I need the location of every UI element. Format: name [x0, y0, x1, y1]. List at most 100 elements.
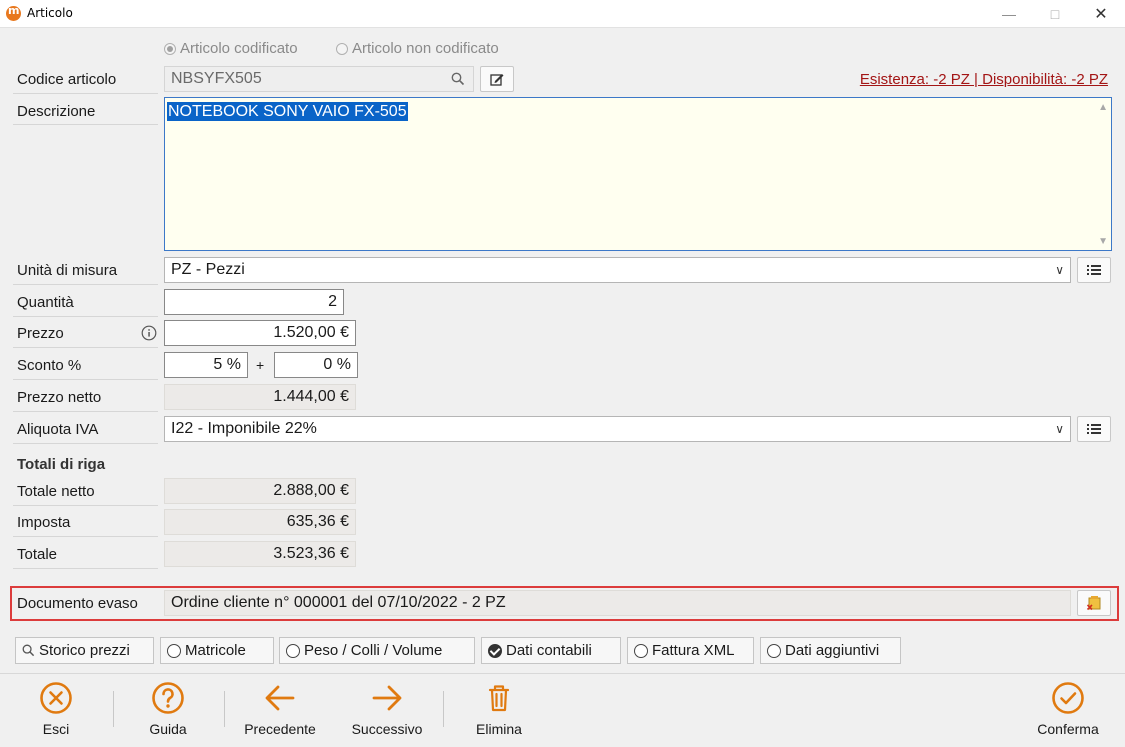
search-icon[interactable] — [451, 72, 465, 86]
guida-button[interactable]: Guida — [145, 681, 191, 737]
unita-misura-select[interactable]: PZ - Pezzi ∨ — [164, 257, 1071, 283]
elimina-label: Elimina — [476, 721, 522, 737]
trash-icon — [488, 685, 510, 712]
label-underline — [13, 505, 158, 506]
sconto-plus: + — [256, 357, 265, 373]
descrizione-textarea[interactable]: NOTEBOOK SONY VAIO FX-505 ▲ ▼ — [164, 97, 1112, 251]
title-bar: Articolo — □ ✕ — [0, 0, 1125, 28]
documento-evaso-value: Ordine cliente n° 000001 del 07/10/2022 … — [164, 590, 1071, 616]
label-underline — [13, 411, 158, 412]
tab-label: Dati contabili — [506, 642, 592, 659]
imposta-label: Imposta — [17, 514, 71, 531]
label-underline — [13, 568, 158, 569]
help-circle-icon — [152, 682, 184, 714]
label-underline — [13, 316, 158, 317]
unita-misura-label: Unità di misura — [17, 262, 118, 279]
codice-articolo-value: NBSYFX505 — [171, 70, 262, 87]
label-underline — [13, 93, 158, 94]
elimina-button[interactable]: Elimina — [474, 681, 524, 737]
totale-netto-value: 2.888,00 € — [164, 478, 356, 504]
radio-articolo-codificato[interactable]: Articolo codificato — [164, 40, 298, 57]
sconto2-input[interactable]: 0 % — [274, 352, 358, 378]
radio-articolo-non-codificato[interactable]: Articolo non codificato — [336, 40, 499, 57]
radio-dot — [164, 42, 176, 55]
radio-circle-icon — [167, 643, 181, 658]
close-circle-icon — [40, 682, 72, 714]
totale-netto-label: Totale netto — [17, 483, 95, 500]
prezzo-netto-label: Prezzo netto — [17, 389, 102, 406]
prezzo-netto-value: 1.444,00 € — [164, 384, 356, 410]
toolbar-separator — [113, 691, 114, 727]
aliquota-iva-label: Aliquota IVA — [17, 421, 99, 438]
checked-circle-icon — [488, 643, 502, 658]
close-button[interactable]: ✕ — [1078, 0, 1124, 28]
unita-misura-value: PZ - Pezzi — [171, 261, 245, 278]
tab-label: Matricole — [185, 642, 246, 659]
radio-circle-icon — [767, 643, 781, 658]
radio-circle-icon — [286, 643, 300, 658]
precedente-label: Precedente — [244, 721, 316, 737]
descrizione-selected-text: NOTEBOOK SONY VAIO FX-505 — [167, 102, 408, 121]
arrow-left-icon — [265, 685, 295, 711]
availability-link[interactable]: Esistenza: -2 PZ | Disponibilità: -2 PZ — [860, 71, 1108, 88]
scroll-up-icon[interactable]: ▲ — [1098, 102, 1108, 113]
successivo-label: Successivo — [351, 721, 423, 737]
successivo-button[interactable]: Successivo — [350, 681, 424, 737]
tab-label: Storico prezzi — [39, 642, 130, 659]
tab-fattura-xml[interactable]: Fattura XML — [627, 637, 754, 664]
chevron-down-icon: ∨ — [1055, 263, 1064, 277]
app-logo-icon — [6, 4, 21, 21]
esci-button[interactable]: Esci — [35, 681, 77, 737]
toolbar-separator — [224, 691, 225, 727]
tab-dati-aggiuntivi[interactable]: Dati aggiuntivi — [760, 637, 901, 664]
list-icon — [1087, 265, 1101, 275]
arrow-right-icon — [372, 685, 402, 711]
edit-icon — [490, 74, 504, 86]
guida-label: Guida — [149, 721, 187, 737]
aliquota-iva-value: I22 - Imponibile 22% — [171, 420, 317, 437]
tab-label: Fattura XML — [652, 642, 735, 659]
label-underline — [13, 536, 158, 537]
minimize-button[interactable]: — — [986, 0, 1032, 28]
precedente-button[interactable]: Precedente — [242, 681, 318, 737]
label-underline — [13, 284, 158, 285]
codice-articolo-field[interactable]: NBSYFX505 — [164, 66, 474, 92]
tab-matricole[interactable]: Matricole — [160, 637, 274, 664]
window-title: Articolo — [27, 6, 73, 20]
sconto-label: Sconto % — [17, 357, 82, 374]
label-underline — [13, 379, 158, 380]
label-underline — [13, 124, 158, 125]
document-remove-icon — [1086, 596, 1101, 611]
tab-dati-contabili[interactable]: Dati contabili — [481, 637, 621, 664]
conferma-label: Conferma — [1037, 721, 1099, 737]
bottom-toolbar: Esci Guida Precedente Successivo Elimina — [0, 673, 1125, 747]
totale-value: 3.523,36 € — [164, 541, 356, 567]
chevron-down-icon: ∨ — [1055, 422, 1064, 436]
scroll-down-icon[interactable]: ▼ — [1098, 236, 1108, 247]
quantita-input[interactable]: 2 — [164, 289, 344, 315]
prezzo-label: Prezzo — [17, 325, 64, 342]
prezzo-input[interactable]: 1.520,00 € — [164, 320, 356, 346]
edit-codice-button[interactable] — [480, 66, 514, 92]
tab-peso-colli-volume[interactable]: Peso / Colli / Volume — [279, 637, 475, 664]
aliquota-iva-select[interactable]: I22 - Imponibile 22% ∨ — [164, 416, 1071, 442]
imposta-value: 635,36 € — [164, 509, 356, 535]
radio-dot — [336, 42, 348, 55]
totale-label: Totale — [17, 546, 58, 563]
codice-articolo-label: Codice articolo — [17, 71, 117, 88]
esci-label: Esci — [42, 721, 70, 737]
radio-label: Articolo codificato — [180, 40, 298, 57]
unita-list-button[interactable] — [1077, 257, 1111, 283]
sconto1-input[interactable]: 5 % — [164, 352, 248, 378]
toolbar-separator — [443, 691, 444, 727]
tab-storico-prezzi[interactable]: Storico prezzi — [15, 637, 154, 664]
descrizione-label: Descrizione — [17, 103, 96, 120]
info-icon[interactable] — [141, 325, 157, 341]
iva-list-button[interactable] — [1077, 416, 1111, 442]
documento-unlink-button[interactable] — [1077, 590, 1111, 616]
documento-evaso-label: Documento evaso — [17, 595, 138, 612]
check-circle-icon — [1052, 682, 1084, 714]
conferma-button[interactable]: Conferma — [1035, 681, 1101, 737]
list-icon — [1087, 424, 1101, 434]
maximize-button[interactable]: □ — [1032, 0, 1078, 28]
